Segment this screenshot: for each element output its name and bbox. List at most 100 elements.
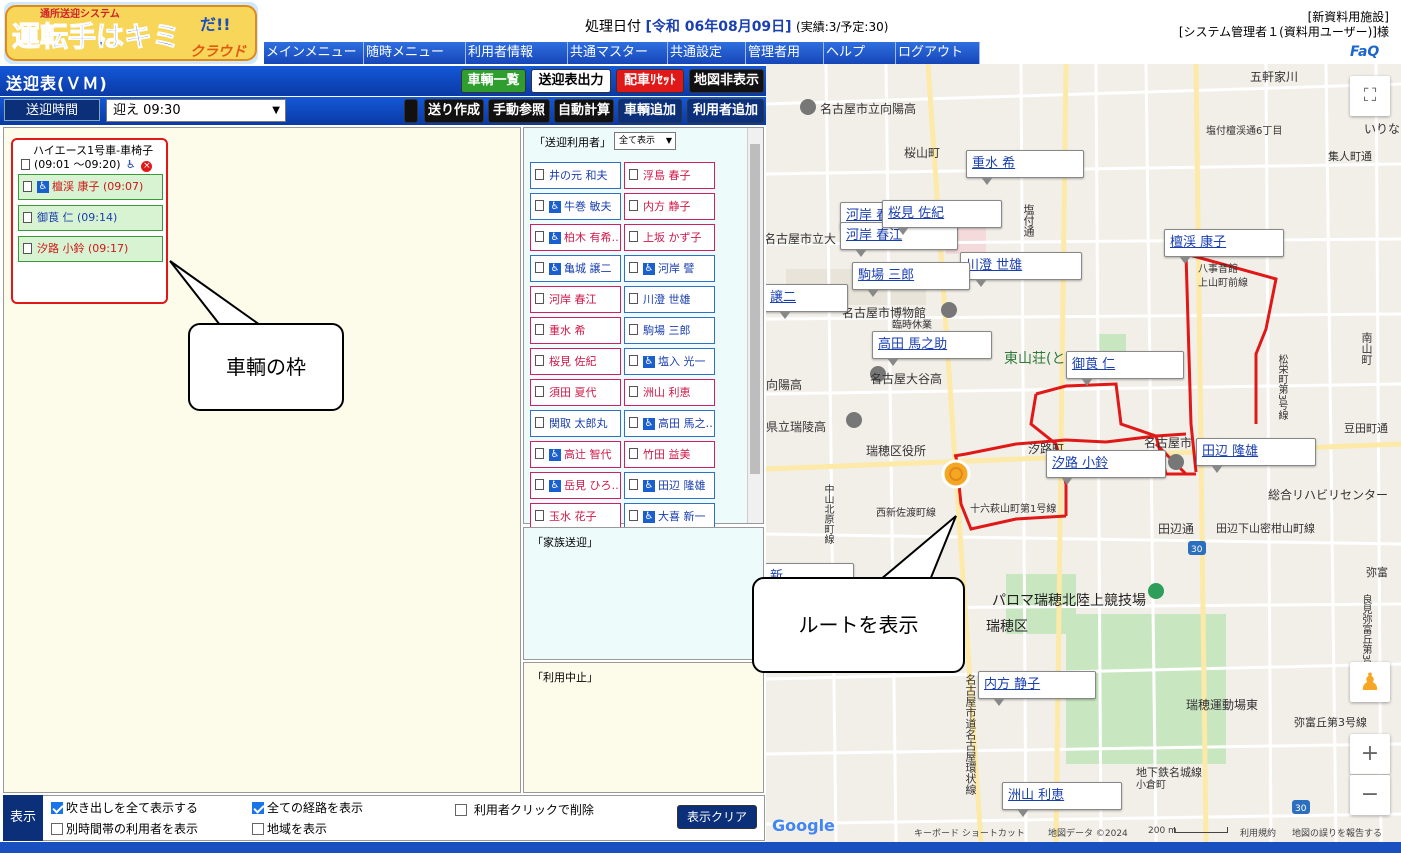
map-view[interactable]: 30 30 五軒家川 名古屋市立向陽高 桜山町 塩付通 塩付檀渓通6丁目 集人町…: [766, 64, 1401, 842]
vehicle-passenger-1[interactable]: ♿ 檀渓 康子 (09:07): [18, 174, 163, 200]
map-bubble[interactable]: 高田 馬之助: [872, 331, 992, 366]
user-card[interactable]: 玉水 花子: [530, 503, 621, 530]
vehicle-passenger-3[interactable]: 汐路 小鈴 (09:17): [18, 236, 163, 262]
hide-map-button[interactable]: 地図非表示: [689, 69, 764, 93]
blank-button[interactable]: [404, 99, 418, 123]
user-card[interactable]: 重水 希: [530, 317, 621, 344]
user-card[interactable]: ♿ 田辺 隆雄: [624, 472, 715, 499]
map-bubble[interactable]: 桜見 佐紀: [882, 200, 1002, 235]
user-card[interactable]: 関取 太郎丸: [530, 410, 621, 437]
other-time-checkbox[interactable]: 別時間帯の利用者を表示: [51, 820, 198, 837]
user-card[interactable]: ♿ 柏木 有希…: [530, 224, 621, 251]
map-bubble[interactable]: 御莨 仁: [1066, 351, 1184, 386]
add-vehicle-button[interactable]: 車輌追加: [618, 99, 682, 123]
time-select[interactable]: 迎え 09:30 ▼: [106, 99, 286, 122]
stop-use-panel: 「利用中止」: [523, 662, 764, 793]
google-logo[interactable]: Google: [772, 816, 835, 835]
map-bubble[interactable]: 内方 静子: [978, 671, 1096, 706]
proc-label: 処理日付: [585, 19, 641, 35]
user-card[interactable]: ♿ 大喜 新一: [624, 503, 715, 530]
click-delete-checkbox[interactable]: 利用者クリックで削除: [455, 801, 594, 818]
museum-pin-icon[interactable]: [941, 302, 957, 318]
menu-main[interactable]: メインメニュー: [264, 42, 364, 64]
reset-dispatch-button[interactable]: 配車ﾘｾｯﾄ: [616, 69, 684, 93]
user-card[interactable]: 川澄 世雄: [624, 286, 715, 313]
user-card[interactable]: 駒場 三郎: [624, 317, 715, 344]
zoom-out-button[interactable]: −: [1350, 775, 1390, 815]
user-card[interactable]: ♿ 岳見 ひろ…: [530, 472, 621, 499]
map-label: 上山町前線: [1198, 278, 1248, 289]
wheelchair-person-icon: ♿: [125, 158, 136, 171]
user-filter-select[interactable]: 全て表示 ▼: [614, 132, 676, 150]
document-icon: [23, 243, 32, 254]
zoom-in-button[interactable]: +: [1350, 734, 1390, 774]
place-pin-icon[interactable]: [846, 412, 862, 428]
place-pin-icon[interactable]: [1168, 454, 1184, 470]
checkbox-unchecked[interactable]: [455, 804, 467, 816]
user-card[interactable]: 洲山 利恵: [624, 379, 715, 406]
user-card[interactable]: ♿ 亀城 譲二: [530, 255, 621, 282]
time-label: 送迎時間: [4, 99, 100, 121]
user-card[interactable]: 井の元 和夫: [530, 162, 621, 189]
checkbox-checked[interactable]: [51, 802, 63, 814]
user-card[interactable]: 竹田 益美: [624, 441, 715, 468]
user-card[interactable]: 河岸 春江: [530, 286, 621, 313]
manual-ref-button[interactable]: 手動参照: [488, 99, 550, 123]
user-card[interactable]: ♿ 河岸 譬: [624, 255, 715, 282]
menu-common-master[interactable]: 共通マスター: [568, 42, 668, 64]
user-card[interactable]: 桜見 佐紀: [530, 348, 621, 375]
map-bubble[interactable]: 駒場 三郎: [852, 262, 970, 297]
menu-logout[interactable]: ログアウト: [896, 42, 980, 64]
send-create-button[interactable]: 送り作成: [424, 99, 484, 123]
user-card[interactable]: 須田 夏代: [530, 379, 621, 406]
user-card[interactable]: ♿ 高田 馬之…: [624, 410, 715, 437]
terms-link[interactable]: 利用規約: [1240, 826, 1276, 839]
wheelchair-icon: ♿: [549, 263, 561, 275]
vehicle-list-button[interactable]: 車輌一覧: [461, 69, 526, 93]
menu-admin[interactable]: 管理者用: [746, 42, 824, 64]
clear-display-button[interactable]: 表示クリア: [677, 805, 757, 829]
menu-help[interactable]: ヘルプ: [824, 42, 896, 64]
fullscreen-icon[interactable]: ⛶: [1350, 76, 1390, 116]
checkbox-checked[interactable]: [252, 802, 264, 814]
user-card[interactable]: ♿ 高辻 智代: [530, 441, 621, 468]
user-card[interactable]: 浮島 春子: [624, 162, 715, 189]
menu-common-settings[interactable]: 共通設定: [668, 42, 746, 64]
print-button[interactable]: 送迎表出力: [531, 69, 611, 93]
document-icon: [535, 169, 544, 180]
map-bubble[interactable]: 重水 希: [966, 150, 1084, 185]
checkbox-unchecked[interactable]: [252, 823, 264, 835]
scrollbar-thumb[interactable]: [750, 144, 760, 474]
add-user-button[interactable]: 利用者追加: [687, 99, 764, 123]
user-card-name: 内方 静子: [643, 200, 691, 213]
map-bubble[interactable]: 田辺 隆雄: [1196, 438, 1316, 473]
auto-calc-button[interactable]: 自動計算: [554, 99, 614, 123]
app-logo[interactable]: 通所送迎システム 運転手はキミ だ!! クラウド: [4, 2, 258, 64]
vehicle-passenger-2[interactable]: 御莨 仁 (09:14): [18, 205, 163, 231]
park-pin-icon[interactable]: [1148, 583, 1164, 599]
area-checkbox[interactable]: 地域を表示: [252, 820, 327, 837]
street-view-pegman-icon[interactable]: ♟: [1350, 662, 1390, 702]
show-bubbles-checkbox[interactable]: 吹き出しを全て表示する: [51, 799, 198, 816]
map-bubble[interactable]: 洲山 利恵: [1002, 782, 1122, 817]
user-card[interactable]: ♿ 牛巻 敏夫: [530, 193, 621, 220]
map-bubble[interactable]: 譲二: [766, 284, 848, 319]
place-pin-icon[interactable]: [800, 99, 816, 115]
vehicle-frame-callout: 車輌の枠: [188, 323, 344, 411]
faq-link[interactable]: FaQ: [1350, 44, 1392, 62]
user-card[interactable]: ♿ 塩入 光一: [624, 348, 715, 375]
user-card[interactable]: 上坂 かず子: [624, 224, 715, 251]
map-bubble[interactable]: 汐路 小鈴: [1046, 450, 1166, 485]
menu-user-info[interactable]: 利用者情報: [466, 42, 568, 64]
report-error-link[interactable]: 地図の誤りを報告する: [1292, 826, 1382, 839]
menu-adhoc[interactable]: 随時メニュー: [364, 42, 466, 64]
checkbox-unchecked[interactable]: [51, 823, 63, 835]
map-bubble[interactable]: 檀渓 康子: [1164, 229, 1284, 264]
keyboard-shortcuts-link[interactable]: キーボード ショートカット: [914, 826, 1025, 839]
delete-icon[interactable]: ×: [141, 161, 153, 172]
chevron-down-icon: ▼: [665, 136, 672, 145]
vehicle-frame[interactable]: ハイエース1号車-車椅子 (09:01 ～09:20) ♿ × ♿ 檀渓 康子 (…: [11, 138, 168, 304]
user-card[interactable]: 内方 静子: [624, 193, 715, 220]
map-bubble[interactable]: 川澄 世雄: [960, 252, 1082, 287]
all-routes-checkbox[interactable]: 全ての経路を表示: [252, 799, 363, 816]
